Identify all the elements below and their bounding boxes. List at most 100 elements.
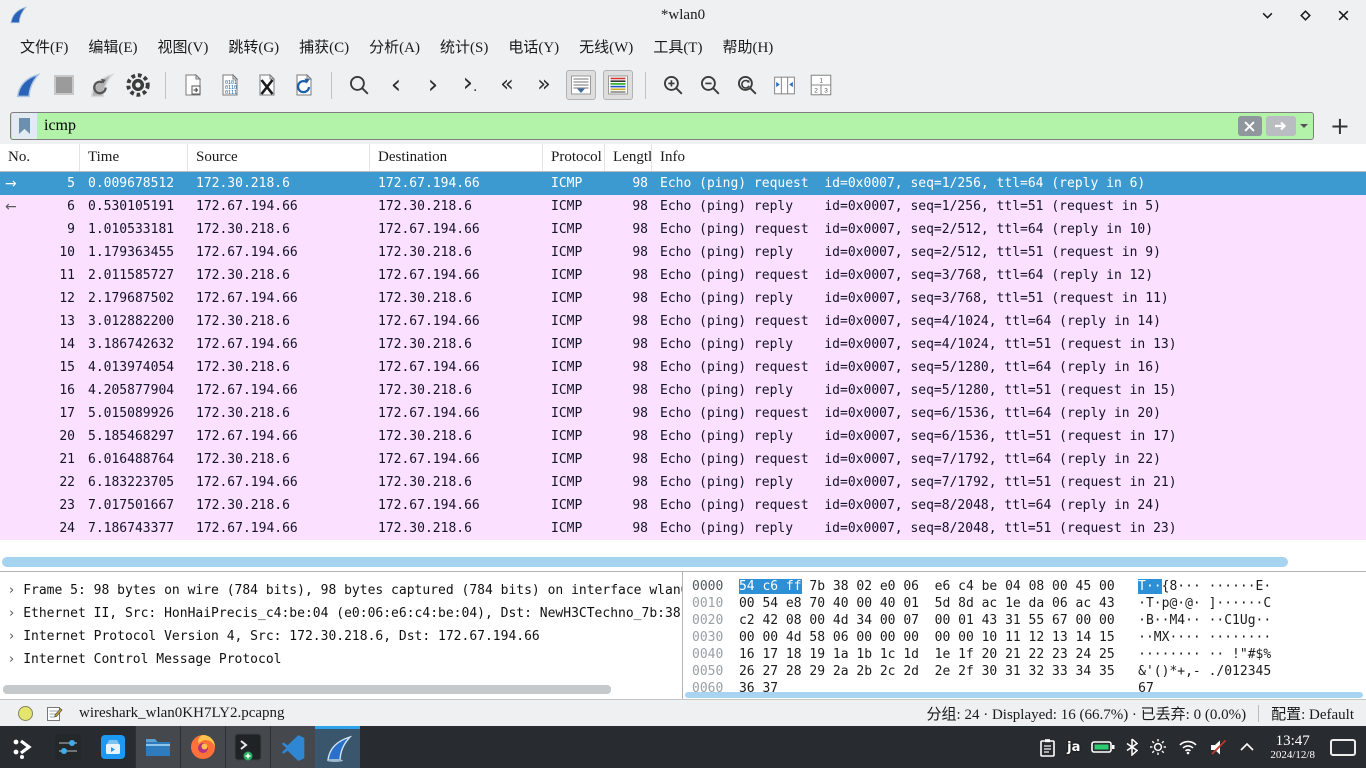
packet-row[interactable]: 247.186743377172.67.194.66172.30.218.6IC… (0, 517, 1366, 540)
ascii-bytes[interactable]: T··{8··· ······E· (1138, 579, 1271, 594)
discover-button[interactable] (90, 726, 135, 768)
layout-button[interactable]: 123 (806, 70, 836, 100)
filter-apply-button[interactable] (1266, 116, 1296, 136)
column-header-protocol[interactable]: Protocol (543, 144, 605, 171)
hex-bytes[interactable]: 26 27 28 29 2a 2b 2c 2d 2e 2f 30 31 32 3… (739, 664, 1115, 679)
packet-row[interactable]: 226.183223705172.67.194.66172.30.218.6IC… (0, 471, 1366, 494)
wireshark-taskbar-button[interactable] (315, 726, 360, 768)
packet-row[interactable]: 216.016488764172.30.218.6172.67.194.66IC… (0, 448, 1366, 471)
capture-options-button[interactable] (123, 70, 153, 100)
packet-row[interactable]: ←60.530105191172.67.194.66172.30.218.6IC… (0, 195, 1366, 218)
menu-item-0[interactable]: 文件(F) (10, 32, 78, 61)
resize-columns-button[interactable] (769, 70, 799, 100)
menu-item-9[interactable]: 工具(T) (643, 32, 712, 61)
column-header-info[interactable]: Info (652, 144, 1366, 171)
app-launcher-button[interactable] (0, 726, 45, 768)
column-header-lengtl[interactable]: Lengtl (605, 144, 652, 171)
auto-scroll-button[interactable] (566, 70, 596, 100)
hex-bytes[interactable]: 16 17 18 19 1a 1b 1c 1d 1e 1f 20 21 22 2… (739, 647, 1115, 662)
packet-row[interactable]: 101.179363455172.67.194.66172.30.218.6IC… (0, 241, 1366, 264)
zoom-in-button[interactable] (658, 70, 688, 100)
wifi-icon[interactable] (1178, 739, 1198, 755)
file-manager-button[interactable] (135, 726, 180, 768)
hex-row[interactable]: 0010 00 54 e8 70 40 00 40 01 5d 8d ac 1e… (692, 595, 1366, 612)
hex-bytes[interactable]: 54 c6 ff 7b 38 02 e0 06 e6 c4 be 04 08 0… (739, 579, 1115, 594)
previous-packet-button[interactable]: ‹ (381, 70, 411, 100)
hex-row[interactable]: 0050 26 27 28 29 2a 2b 2c 2d 2e 2f 30 31… (692, 663, 1366, 680)
profile-label[interactable]: 配置: Default (1271, 703, 1354, 724)
detail-row[interactable]: ›Ethernet II, Src: HonHaiPrecis_c4:be:04… (0, 602, 682, 625)
virtual-desktop-pager[interactable] (1330, 739, 1356, 756)
settings-button[interactable] (45, 726, 90, 768)
capture-comment-icon[interactable] (46, 705, 63, 722)
hex-bytes[interactable]: c2 42 08 00 4d 34 00 07 00 01 43 31 55 6… (739, 613, 1115, 628)
terminal-button[interactable] (225, 726, 270, 768)
column-header-source[interactable]: Source (188, 144, 370, 171)
start-capture-button[interactable] (12, 70, 42, 100)
details-scrollbar[interactable] (3, 685, 611, 694)
packet-row[interactable]: 237.017501667172.30.218.6172.67.194.66IC… (0, 494, 1366, 517)
hex-row[interactable]: 0000 54 c6 ff 7b 38 02 e0 06 e6 c4 be 04… (692, 578, 1366, 595)
expand-chevron-icon[interactable]: › (9, 629, 14, 644)
find-packet-button[interactable] (344, 70, 374, 100)
vscode-button[interactable] (270, 726, 315, 768)
menu-item-10[interactable]: 帮助(H) (712, 32, 783, 61)
hex-bytes[interactable]: 00 00 4d 58 06 00 00 00 00 00 10 11 12 1… (739, 630, 1115, 645)
menu-item-4[interactable]: 捕获(C) (289, 32, 359, 61)
packet-row[interactable]: →50.009678512172.30.218.6172.67.194.66IC… (0, 172, 1366, 195)
ascii-bytes[interactable]: ········ ·· !"#$% (1138, 647, 1271, 662)
packet-row[interactable]: 154.013974054172.30.218.6172.67.194.66IC… (0, 356, 1366, 379)
menu-item-5[interactable]: 分析(A) (359, 32, 430, 61)
volume-muted-icon[interactable] (1209, 739, 1228, 756)
add-filter-button[interactable]: + (1324, 112, 1356, 140)
column-header-time[interactable]: Time (80, 144, 188, 171)
packet-row[interactable]: 175.015089926172.30.218.6172.67.194.66IC… (0, 402, 1366, 425)
filter-dropdown-caret-icon[interactable] (1300, 124, 1308, 132)
hex-bytes[interactable]: 00 54 e8 70 40 00 40 01 5d 8d ac 1e da 0… (739, 596, 1115, 611)
hex-row[interactable]: 0030 00 00 4d 58 06 00 00 00 00 00 10 11… (692, 629, 1366, 646)
display-filter-input[interactable]: icmp (10, 112, 1314, 140)
minimize-icon[interactable] (1260, 8, 1274, 22)
next-packet-button[interactable]: › (418, 70, 448, 100)
reload-file-button[interactable] (289, 70, 319, 100)
maximize-icon[interactable] (1298, 8, 1312, 22)
first-packet-button[interactable]: « (492, 70, 522, 100)
firefox-button[interactable] (180, 726, 225, 768)
column-header-destination[interactable]: Destination (370, 144, 543, 171)
close-icon[interactable] (1336, 8, 1350, 22)
expert-info-icon[interactable] (18, 706, 33, 721)
hex-row[interactable]: 0020 c2 42 08 00 4d 34 00 07 00 01 43 31… (692, 612, 1366, 629)
menu-item-2[interactable]: 视图(V) (148, 32, 219, 61)
hex-row[interactable]: 0040 16 17 18 19 1a 1b 1c 1d 1e 1f 20 21… (692, 646, 1366, 663)
detail-row[interactable]: ›Frame 5: 98 bytes on wire (784 bits), 9… (0, 579, 682, 602)
battery-icon[interactable] (1091, 740, 1115, 754)
menu-item-8[interactable]: 无线(W) (569, 32, 643, 61)
filter-clear-button[interactable] (1238, 116, 1262, 136)
menu-item-7[interactable]: 电话(Y) (498, 32, 569, 61)
hex-scrollbar[interactable] (685, 692, 1363, 698)
menu-item-6[interactable]: 统计(S) (430, 32, 498, 61)
clock[interactable]: 13:47 2024/12/8 (1270, 733, 1315, 762)
detail-row[interactable]: ›Internet Protocol Version 4, Src: 172.3… (0, 625, 682, 648)
detail-row[interactable]: ›Internet Control Message Protocol (0, 648, 682, 671)
filter-bookmark-button[interactable] (12, 113, 37, 139)
packet-row[interactable]: 205.185468297172.67.194.66172.30.218.6IC… (0, 425, 1366, 448)
packet-row[interactable]: 112.011585727172.30.218.6172.67.194.66IC… (0, 264, 1366, 287)
last-packet-button[interactable]: » (529, 70, 559, 100)
go-to-packet-button[interactable]: ›. (455, 70, 485, 100)
brightness-icon[interactable] (1149, 738, 1167, 756)
ascii-bytes[interactable]: ·B··M4·· ··C1Ug·· (1138, 613, 1271, 628)
column-header-no[interactable]: No. (0, 144, 80, 171)
ascii-bytes[interactable]: ··MX···· ········ (1138, 630, 1271, 645)
expand-chevron-icon[interactable]: › (9, 583, 14, 598)
expand-chevron-icon[interactable]: › (9, 606, 14, 621)
stop-capture-button[interactable] (49, 70, 79, 100)
packet-row[interactable]: 164.205877904172.67.194.66172.30.218.6IC… (0, 379, 1366, 402)
input-method-indicator[interactable]: ja (1067, 740, 1080, 755)
save-file-button[interactable]: 010101100111 (215, 70, 245, 100)
packet-row[interactable]: 143.186742632172.67.194.66172.30.218.6IC… (0, 333, 1366, 356)
filter-value[interactable]: icmp (44, 117, 76, 135)
clipboard-icon[interactable] (1039, 738, 1056, 757)
menu-item-3[interactable]: 跳转(G) (218, 32, 289, 61)
tray-expand-icon[interactable] (1239, 742, 1255, 752)
